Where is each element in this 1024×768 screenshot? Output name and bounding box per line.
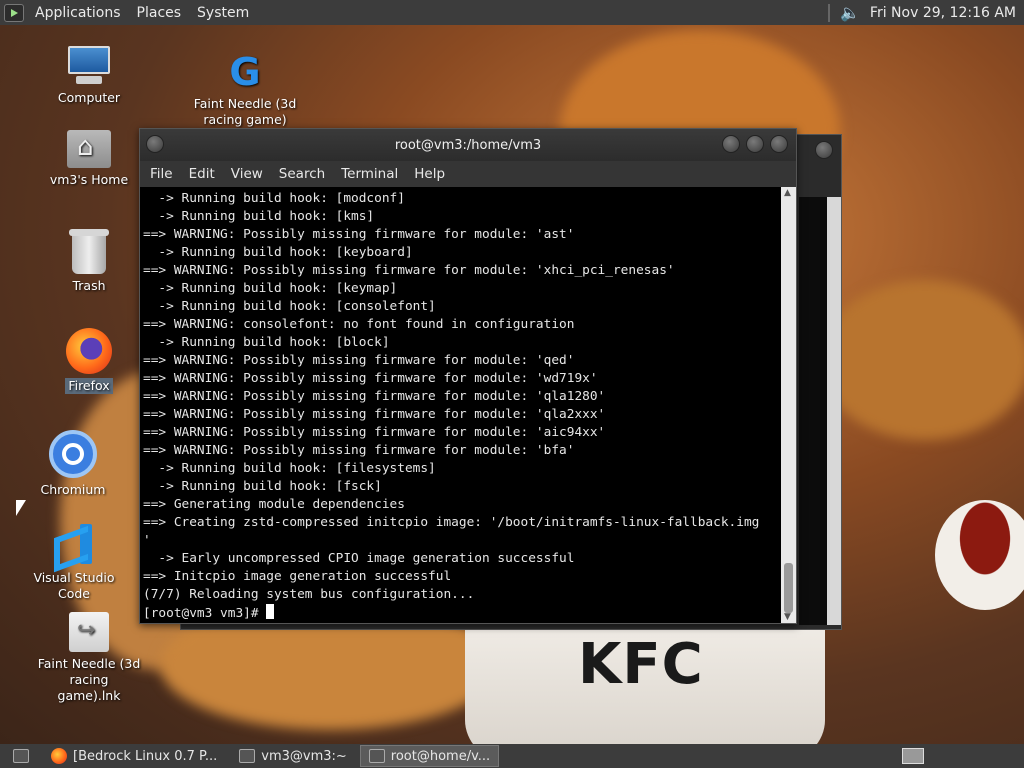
terminal-line: -> Running build hook: [filesystems] [143,461,436,476]
menu-terminal[interactable]: Terminal [335,166,408,182]
terminal-line: ==> WARNING: Possibly missing firmware f… [143,263,675,278]
firefox-icon [51,748,67,764]
terminal-line: -> Running build hook: [modconf] [143,191,405,206]
desktop-icon-faint-needle-lnk[interactable]: Faint Needle (3d racing game).lnk [34,612,144,704]
terminal-line: ==> WARNING: Possibly missing firmware f… [143,443,575,458]
desktop-icon-label: Faint Needle (3d racing game) [193,96,297,127]
taskbar-item-label: root@home/v... [390,748,491,764]
home-folder-icon [67,130,111,168]
terminal-line: -> Running build hook: [kms] [143,209,375,224]
terminal-line: ==> WARNING: Possibly missing firmware f… [143,425,606,440]
wallpaper-bucket-text: KFC [578,632,704,697]
window-minimize-icon[interactable] [722,135,740,153]
terminal-line: ==> Creating zstd-compressed initcpio im… [143,515,760,530]
show-desktop-button[interactable] [4,745,38,767]
desktop-icon-label: Chromium [40,482,106,497]
terminal-line: ' [143,533,151,548]
terminal-line: ==> WARNING: Possibly missing firmware f… [143,407,606,422]
scrollbar-thumb[interactable] [784,563,793,613]
desktop-icon-home[interactable]: vm3's Home [34,130,144,188]
desktop-icon-label: Trash [72,278,106,293]
window-maximize-icon[interactable] [746,135,764,153]
panel-separator [828,3,830,22]
terminal-line: [root@vm3 vm3]# [143,604,782,622]
window-close-icon[interactable] [815,141,833,159]
terminal-cursor [266,604,275,619]
shortcut-icon [69,612,109,652]
terminal-line: -> Running build hook: [consolefont] [143,299,436,314]
taskbar-item-terminal-1[interactable]: vm3@vm3:~ [230,745,356,767]
terminal-line: ==> WARNING: Possibly missing firmware f… [143,353,575,368]
system-logo-icon[interactable] [4,3,24,22]
menu-file[interactable]: File [144,166,183,182]
mouse-pointer-icon [16,500,26,516]
terminal-icon [368,749,385,763]
terminal-window[interactable]: root@vm3:/home/vm3 File Edit View Search… [139,128,797,624]
chromium-icon [49,430,97,478]
desktop-icon-trash[interactable]: Trash [34,229,144,294]
terminal-line: -> Running build hook: [keyboard] [143,245,413,260]
trash-icon [69,229,109,274]
terminal-scrollbar[interactable]: ▲ ▼ [781,187,796,623]
terminal-line: ==> Initcpio image generation successful [143,569,452,584]
desktop-icon-firefox[interactable]: Firefox [34,328,144,394]
terminal-icon [239,749,256,763]
desktop-icon-vscode[interactable]: Visual Studio Code [18,522,130,602]
scroll-up-icon[interactable]: ▲ [784,188,791,198]
clock[interactable]: Fri Nov 29, 12:16 AM [870,5,1016,21]
taskbar-item-terminal-2[interactable]: root@home/v... [359,745,500,767]
desktop-icon-label: Visual Studio Code [33,570,115,601]
taskbar-item-label: vm3@vm3:~ [261,748,347,764]
desktop-icon-label: Computer [57,90,121,105]
firefox-icon [66,328,112,374]
vscode-icon [52,522,96,566]
terminal-line: -> Early uncompressed CPIO image generat… [143,551,575,566]
window-close-icon[interactable] [770,135,788,153]
terminal-line: ==> WARNING: consolefont: no font found … [143,317,575,332]
taskbar-item-firefox[interactable]: [Bedrock Linux 0.7 P... [42,745,226,767]
computer-icon [66,46,112,86]
terminal-menubar: File Edit View Search Terminal Help [140,161,796,187]
workspace-switcher[interactable] [902,748,924,764]
window-menu-icon[interactable] [146,135,164,153]
desktop-icon-label: Faint Needle (3d racing game).lnk [37,656,141,703]
terminal-titlebar[interactable]: root@vm3:/home/vm3 [140,129,796,161]
wallpaper-sauce [935,500,1024,610]
desktop-icon-chromium[interactable]: Chromium [18,430,128,498]
top-panel: Applications Places System 🔈 Fri Nov 29,… [0,0,1024,25]
taskbar-item-label: [Bedrock Linux 0.7 P... [73,748,218,764]
terminal-line: -> Running build hook: [block] [143,335,390,350]
desktop-icon-label: Firefox [65,378,113,394]
desktop-icon-faint-needle[interactable]: G Faint Needle (3d racing game) [190,52,300,128]
menu-view[interactable]: View [225,166,273,182]
bottom-taskbar: [Bedrock Linux 0.7 P... vm3@vm3:~ root@h… [0,744,1024,768]
terminal-line: (7/7) Reloading system bus configuration… [143,587,475,602]
wallpaper-chicken [820,280,1024,440]
menu-search[interactable]: Search [273,166,335,182]
menu-system[interactable]: System [192,5,254,21]
terminal-line: ==> WARNING: Possibly missing firmware f… [143,389,606,404]
game-icon: G [229,50,261,94]
menu-applications[interactable]: Applications [30,5,126,21]
menu-places[interactable]: Places [132,5,187,21]
terminal-line: ==> WARNING: Possibly missing firmware f… [143,227,575,242]
terminal-line: -> Running build hook: [fsck] [143,479,382,494]
desktop-icon-label: vm3's Home [49,172,129,187]
terminal-line: ==> Generating module dependencies [143,497,405,512]
menu-help[interactable]: Help [408,166,455,182]
show-desktop-icon [13,749,29,763]
terminal-line: ==> WARNING: Possibly missing firmware f… [143,371,598,386]
background-scrollbar[interactable] [827,197,841,625]
scroll-down-icon[interactable]: ▼ [784,612,791,622]
terminal-title: root@vm3:/home/vm3 [394,137,542,153]
desktop-icon-computer[interactable]: Computer [34,46,144,106]
terminal-line: -> Running build hook: [keymap] [143,281,398,296]
menu-edit[interactable]: Edit [183,166,225,182]
terminal-output[interactable]: -> Running build hook: [modconf] -> Runn… [140,187,782,623]
background-terminal-output [799,197,827,625]
volume-icon[interactable]: 🔈 [840,3,860,22]
